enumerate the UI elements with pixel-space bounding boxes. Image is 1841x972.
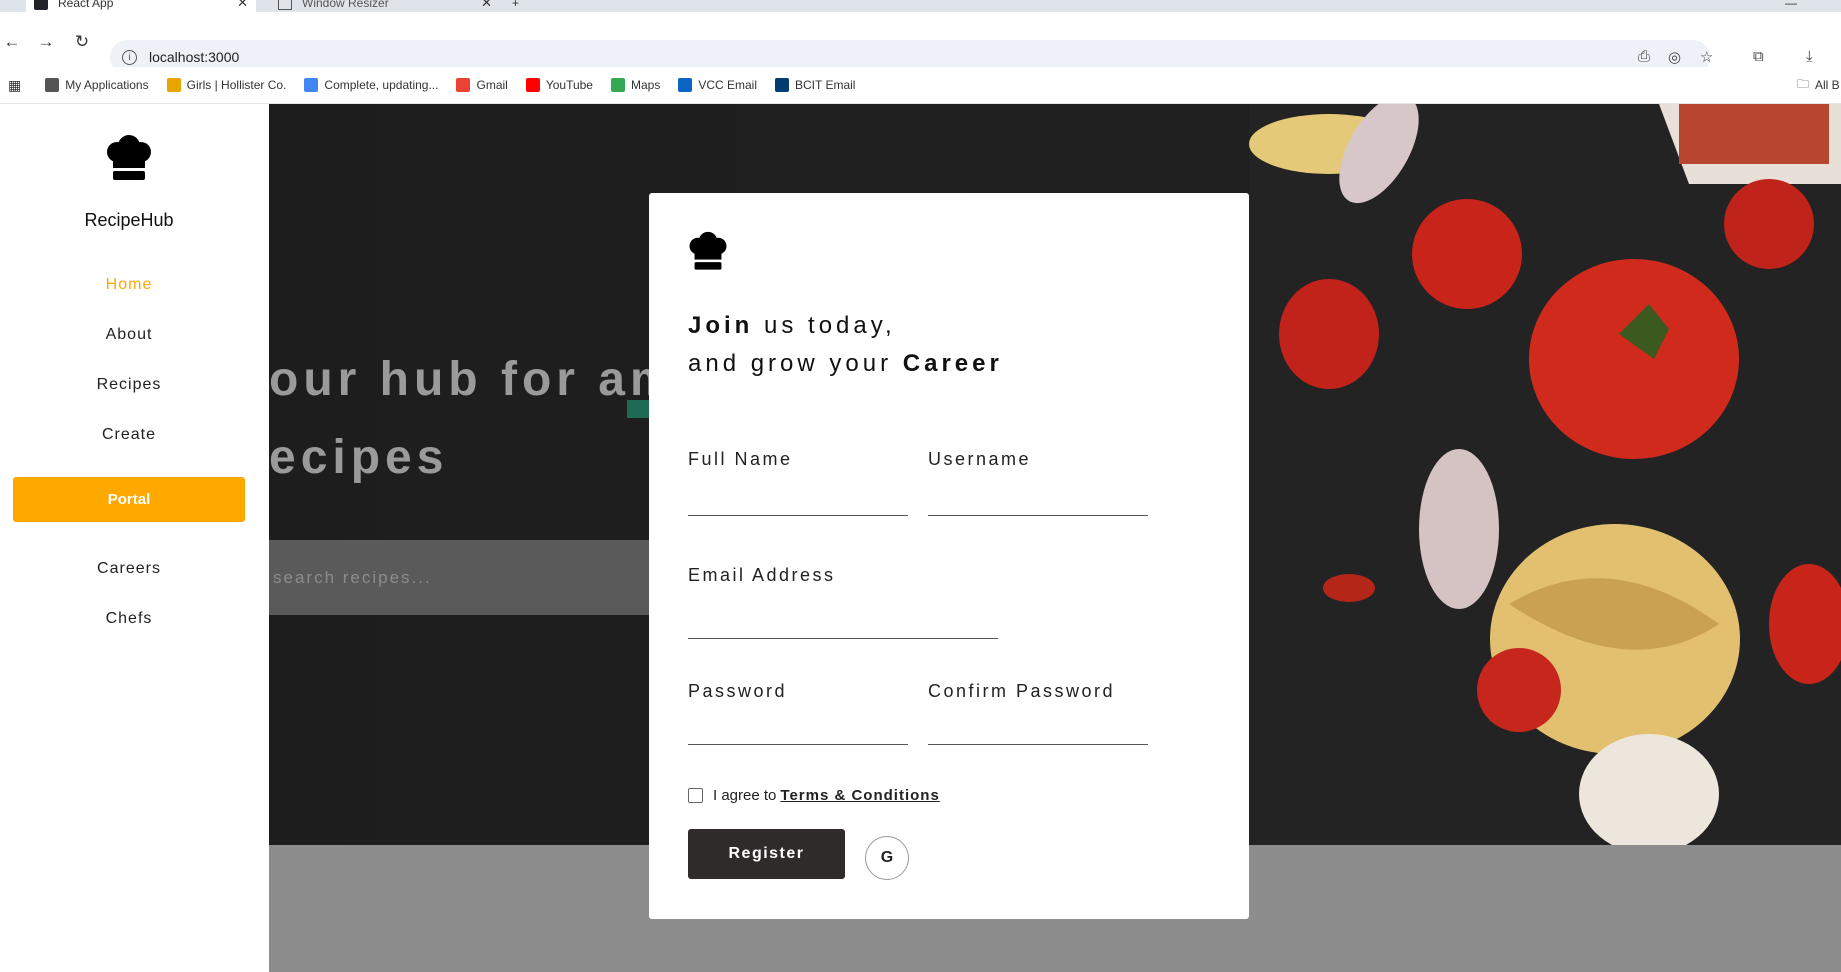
bookmark-item[interactable]: Gmail <box>456 78 508 92</box>
apps-grid-icon[interactable]: ▦ <box>8 77 21 94</box>
register-modal: Join us today, and grow your Career Full… <box>649 193 1249 919</box>
email-label: Email Address <box>688 565 836 585</box>
search-placeholder: search recipes... <box>273 567 432 587</box>
url-text: localhost:3000 <box>149 49 240 65</box>
terms-link[interactable]: Terms & Conditions <box>780 787 939 804</box>
all-bookmarks-folder[interactable]: 🗀 All B <box>1797 75 1840 96</box>
react-favicon-icon <box>34 0 48 10</box>
register-button[interactable]: Register <box>688 829 845 879</box>
nav-home[interactable]: Home <box>0 276 258 294</box>
reload-icon[interactable]: ↻ <box>72 32 92 52</box>
bookmark-label: Complete, updating... <box>324 78 439 92</box>
full-name-label: Full Name <box>688 449 793 469</box>
headline-rest-1: us today, <box>753 312 896 339</box>
bookmark-favicon-icon <box>610 78 625 92</box>
bookmark-label: Maps <box>630 78 661 92</box>
google-signin-button[interactable]: G <box>865 836 909 880</box>
bookmark-item[interactable]: VCC Email <box>678 78 757 92</box>
bookmark-item[interactable]: YouTube <box>525 78 593 92</box>
eye-off-icon[interactable]: ◎ <box>1668 48 1681 66</box>
recipe-search-input[interactable]: search recipes... <box>269 540 669 615</box>
bookmark-label: Gmail <box>476 78 508 92</box>
bookmark-label: VCC Email <box>698 78 758 92</box>
headline-rest-2: and grow your <box>688 350 903 377</box>
tab-label: React App <box>58 0 114 10</box>
bookmark-favicon-icon <box>304 78 319 92</box>
password-label: Password <box>688 681 788 701</box>
bookmark-item[interactable]: My Applications <box>45 78 149 92</box>
close-tab-icon[interactable]: ✕ <box>481 0 492 11</box>
nav-careers[interactable]: Careers <box>0 560 258 578</box>
minimize-window-icon[interactable]: — <box>1785 0 1797 12</box>
nav-create[interactable]: Create <box>0 426 258 444</box>
headline-line-1: Join us today, <box>688 312 896 340</box>
tab-react-app[interactable]: React App ✕ <box>26 0 256 12</box>
confirm-password-input[interactable] <box>928 717 1148 745</box>
back-icon[interactable]: ← <box>2 32 22 52</box>
install-app-icon[interactable]: ⎙ <box>1638 48 1650 65</box>
bookmark-star-icon[interactable]: ☆ <box>1700 48 1713 66</box>
extensions-icon[interactable]: ⧉ <box>1753 48 1764 65</box>
accent-mark <box>627 400 649 418</box>
bookmark-favicon-icon <box>45 78 60 92</box>
headline-line-2: and grow your Career <box>688 350 1003 378</box>
nav-chefs[interactable]: Chefs <box>0 610 258 628</box>
window-resizer-favicon-icon <box>278 0 292 10</box>
browser-tab-bar: React App ✕ Window Resizer ✕ + — <box>0 0 1841 12</box>
bookmark-item[interactable]: BCIT Email <box>775 78 855 92</box>
bookmark-favicon-icon <box>678 78 693 92</box>
bookmark-favicon-icon <box>166 78 181 92</box>
google-icon: G <box>880 849 894 866</box>
tab-window-resizer[interactable]: Window Resizer ✕ <box>270 0 500 12</box>
forward-icon[interactable]: → <box>36 32 56 52</box>
bookmark-label: Girls | Hollister Co. <box>186 78 287 92</box>
nav-about[interactable]: About <box>0 326 258 344</box>
download-icon[interactable]: ⤓ <box>1806 48 1813 65</box>
username-input[interactable] <box>928 488 1148 516</box>
bookmark-label: BCIT Email <box>795 78 856 92</box>
nav-recipes[interactable]: Recipes <box>0 376 258 394</box>
confirm-password-label: Confirm Password <box>928 681 1116 701</box>
sidebar: RecipeHub Home About Recipes Create Port… <box>0 104 269 972</box>
close-tab-icon[interactable]: ✕ <box>237 0 248 11</box>
food-background-image <box>1249 104 1841 845</box>
bookmark-item[interactable]: Girls | Hollister Co. <box>166 78 287 92</box>
new-tab-icon[interactable]: + <box>512 0 519 12</box>
bookmark-label: YouTube <box>545 78 593 92</box>
site-info-icon[interactable]: i <box>122 49 137 65</box>
agree-text: I agree to <box>713 787 777 804</box>
bookmark-item[interactable]: Maps <box>610 78 661 92</box>
bookmark-label: My Applications <box>65 78 149 92</box>
hero-title-line-1: our hub for am <box>269 353 678 406</box>
brand-name: RecipeHub <box>84 210 174 230</box>
password-input[interactable] <box>688 717 908 745</box>
bookmark-favicon-icon <box>456 78 471 92</box>
hero-title-line-2: ecipes <box>269 431 449 484</box>
chef-hat-logo-icon <box>107 135 151 180</box>
terms-checkbox[interactable] <box>688 788 703 803</box>
email-input[interactable] <box>688 611 998 639</box>
portal-button[interactable]: Portal <box>13 477 245 522</box>
headline-bold-join: Join <box>688 312 754 339</box>
all-bookmarks-label: All B <box>1815 78 1840 92</box>
tab-label: Window Resizer <box>302 0 389 10</box>
address-bar-row: ← → ↻ i localhost:3000 ⎙ ◎ ☆ ⧉ ⤓ <box>0 12 1841 74</box>
bookmark-favicon-icon <box>775 78 790 92</box>
chef-hat-icon <box>689 231 727 270</box>
terms-agreement: I agree to Terms & Conditions <box>688 787 940 804</box>
full-name-input[interactable] <box>688 488 908 516</box>
folder-icon: 🗀 <box>1797 76 1810 91</box>
bookmarks-bar: ▦ My Applications Girls | Hollister Co. Co… <box>0 67 1841 104</box>
bookmark-item[interactable]: Complete, updating... <box>304 78 438 92</box>
headline-bold-career: Career <box>902 350 1003 377</box>
username-label: Username <box>928 449 1032 469</box>
bookmark-favicon-icon <box>525 78 540 92</box>
